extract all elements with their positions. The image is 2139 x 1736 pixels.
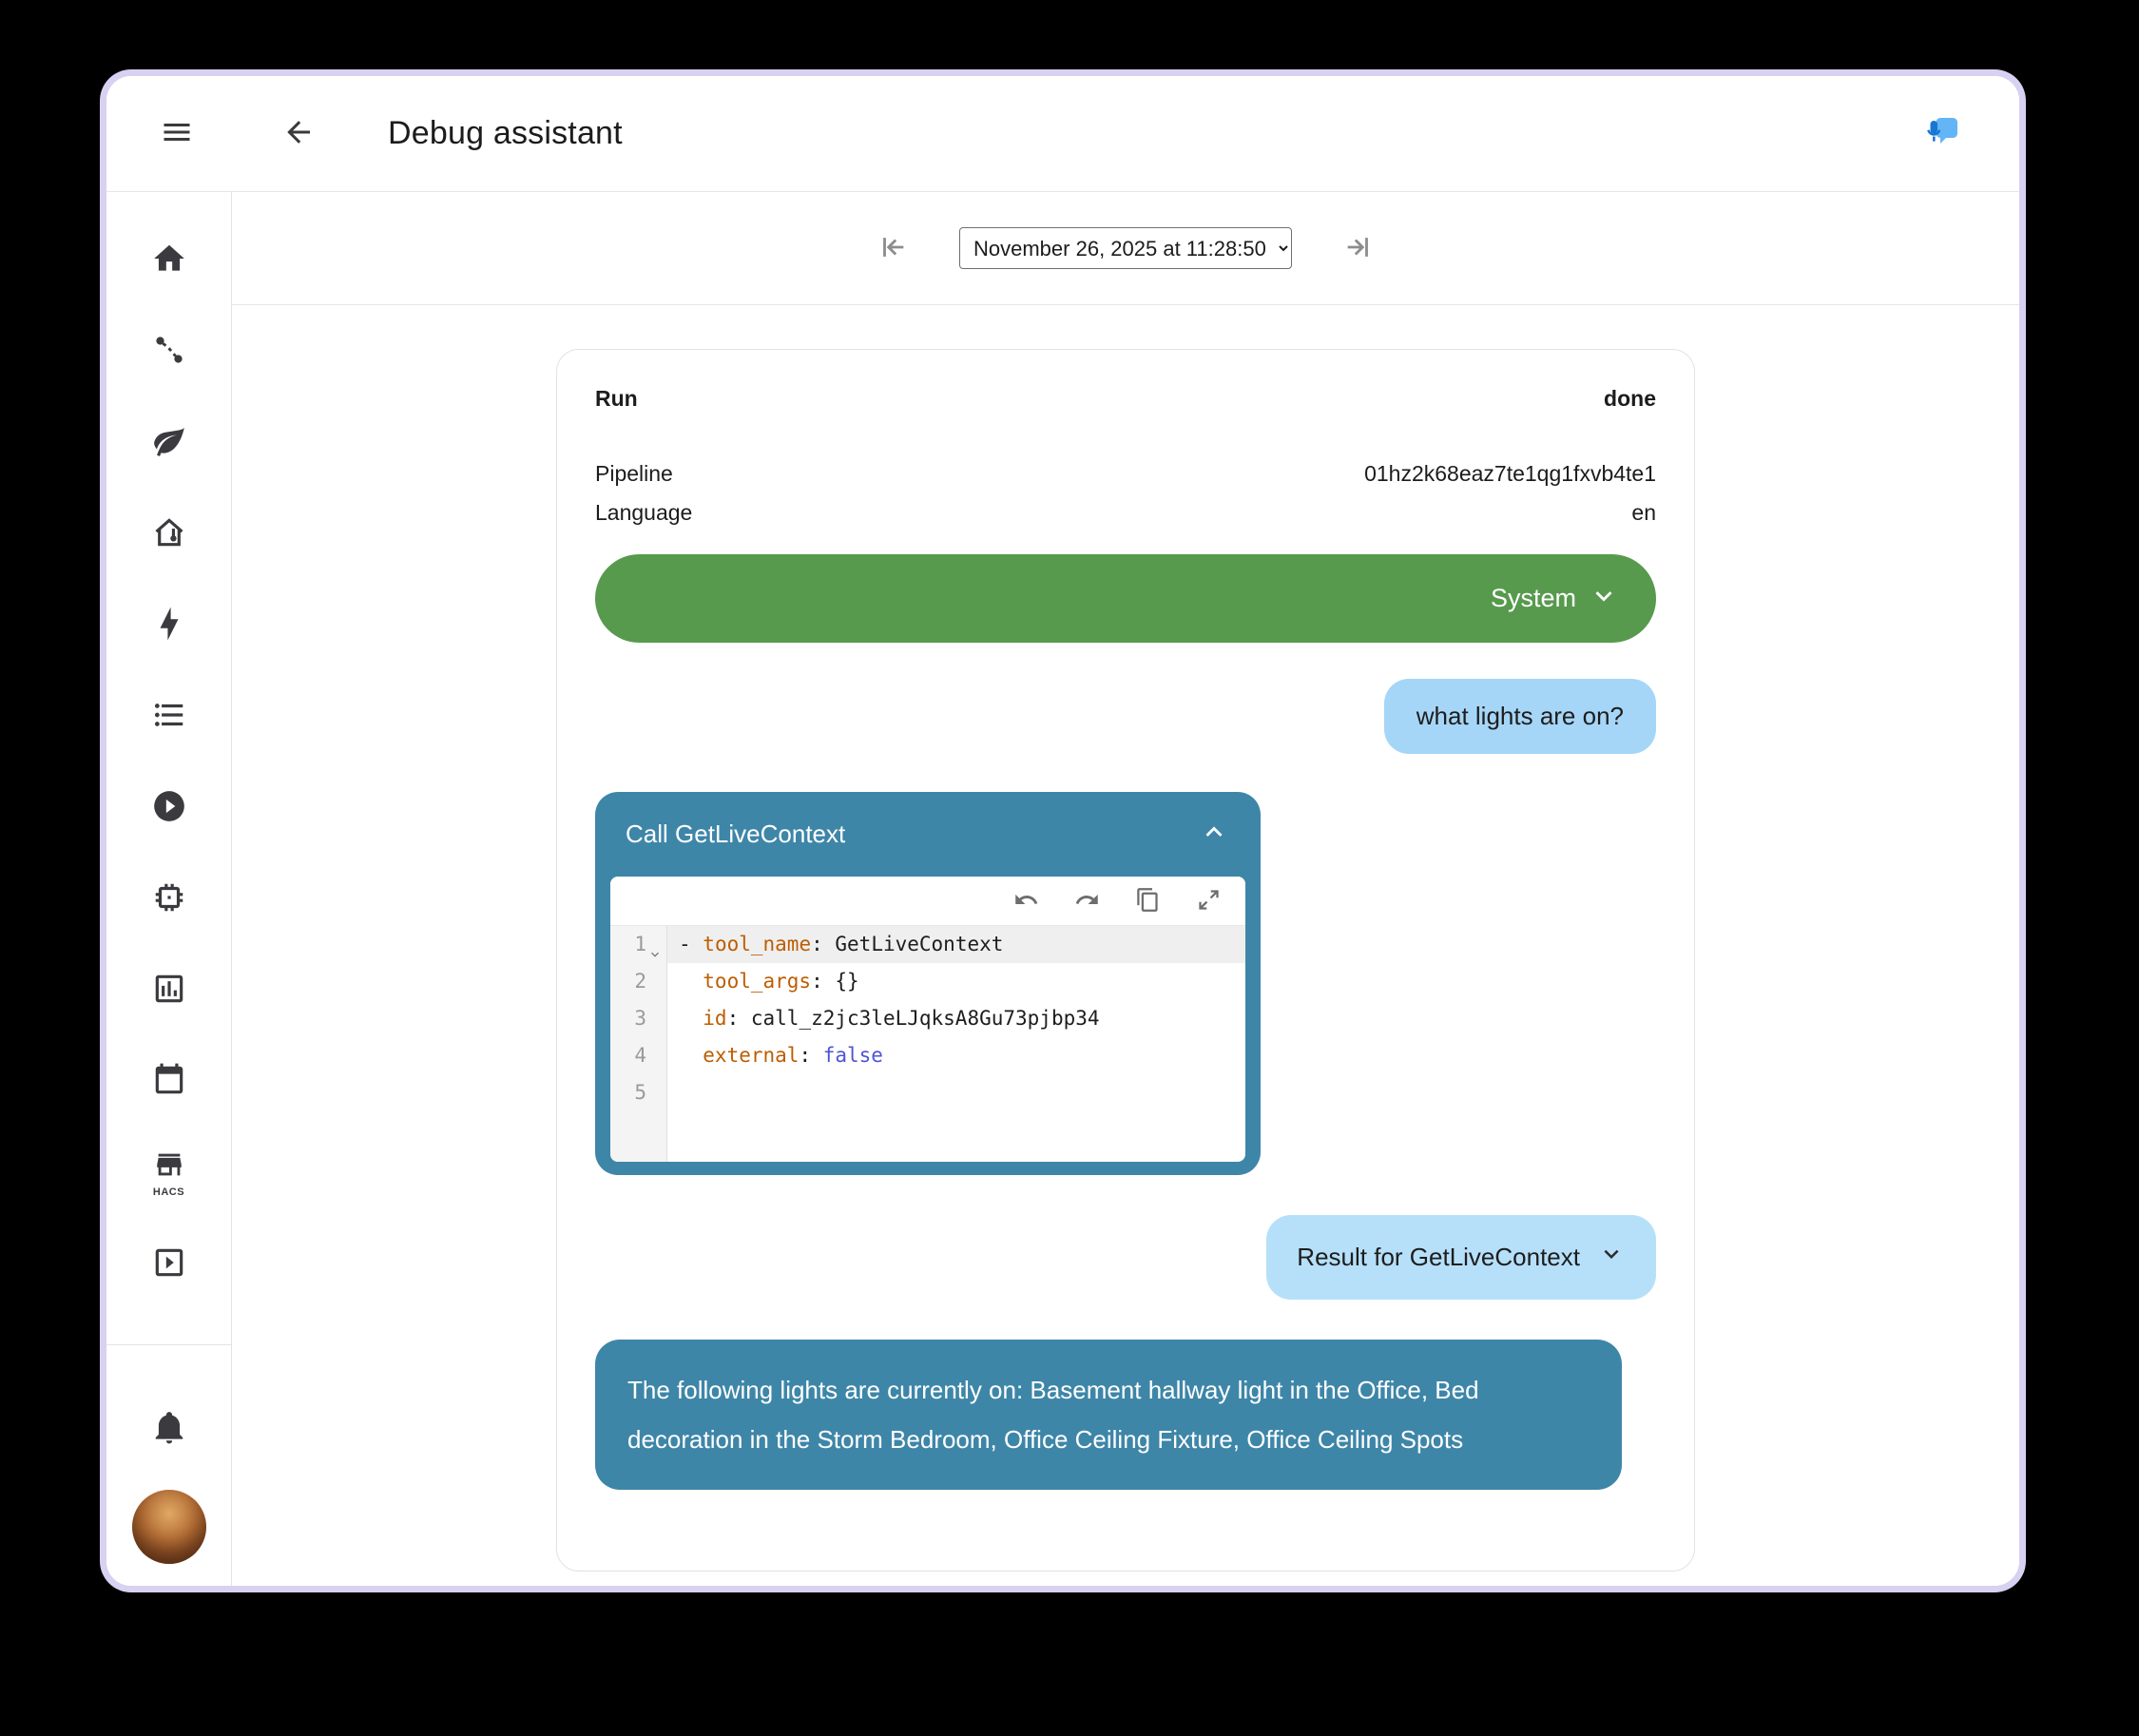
next-run-button[interactable]	[1338, 227, 1379, 269]
user-avatar[interactable]	[132, 1490, 206, 1564]
history-chart-icon	[151, 971, 187, 1012]
fold-marker-icon[interactable]	[647, 937, 663, 953]
chevron-down-icon	[1588, 580, 1620, 617]
routes-icon	[151, 332, 187, 373]
redo-button[interactable]	[1072, 887, 1101, 916]
app-bar: Debug assistant	[106, 76, 2019, 192]
undo-icon	[1013, 887, 1039, 916]
run-selector-bar: November 26, 2025 at 11:28:50	[232, 192, 2019, 305]
page-title: Debug assistant	[388, 115, 623, 152]
sidebar-item-power[interactable]	[106, 580, 232, 671]
code-line	[667, 1074, 1245, 1111]
code-area[interactable]: 1 2 3 4 5 - tool_name: GetLiveContext to…	[610, 926, 1245, 1162]
arrow-left-icon	[281, 115, 316, 152]
sidebar-item-climate[interactable]	[106, 489, 232, 580]
editor-toolbar	[610, 877, 1245, 926]
tool-call-card: Call GetLiveContext	[595, 792, 1261, 1175]
tool-result-expander[interactable]: Result for GetLiveContext	[1266, 1215, 1656, 1300]
sidebar: HACS	[106, 192, 232, 1586]
sidebar-item-hardware[interactable]	[106, 854, 232, 945]
sidebar-item-logbook[interactable]	[106, 671, 232, 762]
result-label: Result for GetLiveContext	[1297, 1243, 1580, 1272]
chevron-down-icon	[1597, 1240, 1626, 1275]
sidebar-item-home[interactable]	[106, 215, 232, 306]
run-label: Run	[595, 386, 638, 412]
run-status: done	[1604, 386, 1656, 412]
code-line: id: call_z2jc3leLJqksA8Gu73pjbp34	[667, 1000, 1245, 1037]
home-thermometer-icon	[151, 514, 187, 555]
next-run-icon	[1342, 231, 1375, 266]
sidebar-item-hacs[interactable]: HACS	[106, 1128, 232, 1219]
main-content: November 26, 2025 at 11:28:50 Run done P…	[232, 192, 2019, 1586]
sidebar-item-routes[interactable]	[106, 306, 232, 397]
code-line: tool_args: {}	[667, 963, 1245, 1000]
sidebar-item-history[interactable]	[106, 945, 232, 1036]
language-label: Language	[595, 500, 692, 526]
tool-call-title: Call GetLiveContext	[626, 820, 845, 849]
hacs-label: HACS	[153, 1186, 184, 1198]
app-window: Debug assistant	[106, 76, 2019, 1586]
editor-code: - tool_name: GetLiveContext tool_args: {…	[667, 926, 1245, 1162]
chevron-up-icon	[1198, 816, 1230, 853]
menu-icon	[160, 115, 194, 152]
pipeline-label: Pipeline	[595, 461, 673, 487]
sidebar-item-media-browser[interactable]	[106, 1219, 232, 1310]
sidebar-divider	[106, 1344, 232, 1345]
pipeline-value: 01hz2k68eaz7te1qg1fxvb4te1	[1364, 461, 1656, 487]
yaml-editor: 1 2 3 4 5 - tool_name: GetLiveContext to…	[610, 877, 1245, 1162]
run-card: Run done Pipeline 01hz2k68eaz7te1qg1fxvb…	[556, 349, 1695, 1572]
expand-icon	[1196, 887, 1222, 916]
home-icon	[151, 241, 187, 281]
assist-voice-button[interactable]	[1917, 109, 1970, 159]
notifications-button[interactable]	[106, 1383, 232, 1475]
redo-icon	[1074, 887, 1100, 916]
editor-gutter: 1 2 3 4 5	[610, 926, 667, 1162]
system-prompt-expander[interactable]: System	[595, 554, 1656, 643]
menu-button[interactable]	[154, 111, 200, 157]
previous-run-button[interactable]	[872, 227, 914, 269]
copy-icon	[1135, 887, 1161, 916]
logbook-list-icon	[151, 697, 187, 738]
back-button[interactable]	[276, 111, 321, 157]
previous-run-icon	[877, 231, 909, 266]
bell-icon	[151, 1409, 187, 1450]
copy-button[interactable]	[1133, 887, 1162, 916]
system-label: System	[1491, 584, 1576, 613]
screen: Debug assistant	[0, 0, 2139, 1736]
code-line: - tool_name: GetLiveContext	[667, 926, 1245, 963]
energy-leaf-icon	[151, 423, 187, 464]
tool-call-header[interactable]: Call GetLiveContext	[595, 792, 1261, 877]
assistant-message-bubble: The following lights are currently on: B…	[595, 1340, 1622, 1490]
calendar-icon	[151, 1062, 187, 1103]
run-select[interactable]: November 26, 2025 at 11:28:50	[959, 227, 1292, 269]
media-play-circle-icon	[151, 788, 187, 829]
assist-voice-icon	[1926, 115, 1960, 152]
lightning-bolt-icon	[151, 606, 187, 646]
undo-button[interactable]	[1012, 887, 1040, 916]
expand-button[interactable]	[1194, 887, 1223, 916]
media-browser-icon	[151, 1244, 187, 1285]
sidebar-item-calendar[interactable]	[106, 1036, 232, 1128]
code-line: external: false	[667, 1037, 1245, 1074]
hardware-chip-icon	[151, 879, 187, 920]
debug-scroll-area: Run done Pipeline 01hz2k68eaz7te1qg1fxvb…	[232, 305, 2019, 1586]
sidebar-item-media[interactable]	[106, 762, 232, 854]
language-value: en	[1631, 500, 1656, 526]
hacs-store-icon	[153, 1148, 185, 1186]
user-message-bubble: what lights are on?	[1384, 679, 1656, 754]
sidebar-item-energy[interactable]	[106, 397, 232, 489]
